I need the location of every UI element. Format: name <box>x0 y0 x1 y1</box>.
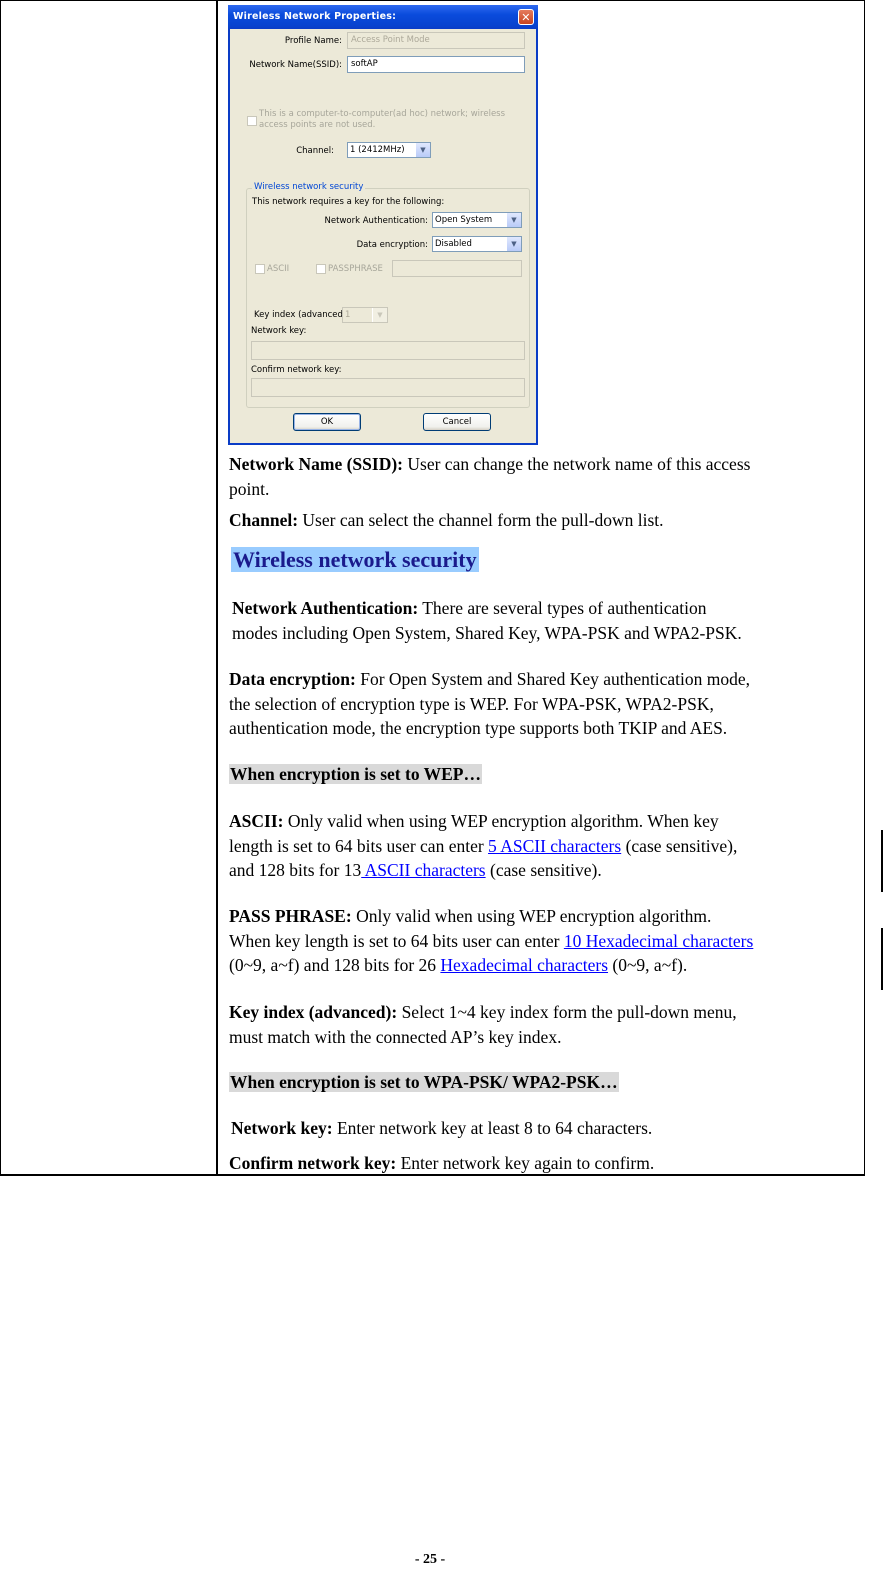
passphrase-text-1: Only valid when using WEP encryption alg… <box>351 906 712 926</box>
margin-change-bar <box>881 830 883 892</box>
adhoc-checkbox[interactable] <box>247 116 257 126</box>
profile-name-field[interactable]: Access Point Mode <box>347 32 525 49</box>
ascii-text-2: length is set to 64 bits user can enter <box>229 835 489 856</box>
security-intro: This network requires a key for the foll… <box>252 197 445 207</box>
table-column-divider <box>216 0 218 1176</box>
cancel-button[interactable]: Cancel <box>423 413 491 431</box>
key-index-label: Key index (advanced): <box>254 310 350 320</box>
confirm-key-label: Confirm network key: <box>251 365 342 375</box>
page-number: - 25 - <box>414 1552 446 1567</box>
network-key-text: Enter network key at least 8 to 64 chara… <box>332 1118 653 1138</box>
ascii-text-3-post: (case sensitive). <box>485 860 602 880</box>
wpa-heading-block: When encryption is set to WPA-PSK/ WPA2-… <box>229 1070 619 1095</box>
encryption-select[interactable]: Disabled ▼ <box>432 236 522 252</box>
passphrase-description: PASS PHRASE: Only valid when using WEP e… <box>229 904 753 978</box>
key-index-description: Key index (advanced): Select 1~4 key ind… <box>229 1000 737 1049</box>
auth-term: Network Authentication: <box>232 598 419 618</box>
ascii-text-1: Only valid when using WEP encryption alg… <box>283 811 719 831</box>
chevron-down-icon: ▼ <box>372 308 387 322</box>
passphrase-input[interactable] <box>392 260 522 277</box>
ascii-checkbox[interactable] <box>255 264 265 274</box>
chevron-down-icon: ▼ <box>506 213 521 227</box>
ssid-text-2: point. <box>229 478 270 499</box>
ssid-label: Network Name(SSID): <box>249 60 342 70</box>
channel-term: Channel: <box>229 510 299 530</box>
hex-10-chars-link[interactable]: 10 Hexadecimal characters <box>564 931 753 951</box>
ascii-13-chars-link[interactable]: ASCII characters <box>361 860 486 880</box>
auth-value: Open System <box>435 215 493 225</box>
adhoc-label-line1: This is a computer-to-computer(ad hoc) n… <box>259 109 506 119</box>
confirm-key-text: Enter network key again to confirm. <box>396 1153 655 1173</box>
wep-heading-block: When encryption is set to WEP… <box>229 762 482 787</box>
encryption-text-1: For Open System and Shared Key authentic… <box>355 669 751 689</box>
key-index-value: 1 <box>345 310 351 320</box>
passphrase-checkbox[interactable] <box>316 264 326 274</box>
passphrase-text-3-post: (0~9, a~f). <box>608 955 688 975</box>
ascii-term: ASCII: <box>229 811 284 831</box>
ssid-description: Network Name (SSID): User can change the… <box>229 452 750 501</box>
wireless-network-properties-dialog: Wireless Network Properties: ✕ Profile N… <box>228 5 538 445</box>
network-key-term: Network key: <box>231 1118 333 1138</box>
encryption-text-2: the selection of encryption type is WEP.… <box>229 693 714 714</box>
security-group-title: Wireless network security <box>252 182 366 192</box>
network-key-description: Network key: Enter network key at least … <box>231 1116 652 1141</box>
profile-name-label: Profile Name: <box>284 36 342 46</box>
ok-button[interactable]: OK <box>293 413 361 431</box>
security-heading-block: Wireless network security <box>231 546 479 574</box>
key-index-select[interactable]: 1 ▼ <box>342 307 388 323</box>
ssid-text-1: User can change the network name of this… <box>403 454 751 474</box>
ssid-input[interactable]: softAP <box>347 56 525 73</box>
key-index-text-2: must match with the connected AP’s key i… <box>229 1026 562 1047</box>
encryption-label: Data encryption: <box>356 240 428 250</box>
network-key-label: Network key: <box>251 326 307 336</box>
adhoc-checkbox-label: This is a computer-to-computer(ad hoc) n… <box>259 109 505 131</box>
dialog-title-bar: Wireless Network Properties: ✕ <box>228 5 538 29</box>
passphrase-text-3: (0~9, a~f) and 128 bits for 26 <box>229 955 441 975</box>
security-heading: Wireless network security <box>231 547 479 572</box>
key-index-text-1: Select 1~4 key index form the pull-down … <box>397 1002 737 1022</box>
auth-select[interactable]: Open System ▼ <box>432 212 522 228</box>
chevron-down-icon: ▼ <box>506 237 521 251</box>
encryption-text-3: authentication mode, the encryption type… <box>229 718 728 738</box>
passphrase-term: PASS PHRASE: <box>229 906 352 926</box>
ascii-label: ASCII <box>267 264 290 274</box>
margin-change-bar <box>881 928 883 990</box>
ascii-5-chars-link[interactable]: 5 ASCII characters <box>488 836 621 856</box>
ssid-term: Network Name (SSID): <box>229 454 404 474</box>
channel-text: User can select the channel form the pul… <box>298 510 664 530</box>
channel-value: 1 (2412MHz) <box>350 145 405 155</box>
key-index-term: Key index (advanced): <box>229 1002 398 1022</box>
confirm-key-input[interactable] <box>251 378 525 397</box>
passphrase-text-2: When key length is set to 64 bits user c… <box>229 930 564 951</box>
auth-description: Network Authentication: There are severa… <box>232 596 742 645</box>
auth-text-2: modes including Open System, Shared Key,… <box>232 622 742 643</box>
dialog-title: Wireless Network Properties: <box>233 11 397 22</box>
ascii-text-3: and 128 bits for 13 <box>229 860 362 880</box>
confirm-key-description: Confirm network key: Enter network key a… <box>229 1151 654 1176</box>
ascii-description: ASCII: Only valid when using WEP encrypt… <box>229 809 737 883</box>
confirm-key-term: Confirm network key: <box>229 1153 397 1173</box>
wep-heading: When encryption is set to WEP… <box>229 764 482 784</box>
close-x-icon[interactable]: ✕ <box>518 9 534 25</box>
channel-label: Channel: <box>296 146 334 156</box>
adhoc-label-line2: access points are not used. <box>259 120 376 130</box>
channel-select[interactable]: 1 (2412MHz) ▼ <box>347 142 431 158</box>
encryption-description: Data encryption: For Open System and Sha… <box>229 667 750 741</box>
hex-26-chars-link[interactable]: Hexadecimal characters <box>440 955 608 975</box>
channel-description: Channel: User can select the channel for… <box>229 508 664 533</box>
auth-label: Network Authentication: <box>324 216 428 226</box>
encryption-term: Data encryption: <box>229 669 356 689</box>
auth-text-1: There are several types of authenticatio… <box>418 598 707 618</box>
passphrase-label: PASSPHRASE <box>328 264 383 274</box>
wpa-heading: When encryption is set to WPA-PSK/ WPA2-… <box>229 1072 619 1092</box>
encryption-value: Disabled <box>435 239 472 249</box>
network-key-input[interactable] <box>251 341 525 360</box>
chevron-down-icon: ▼ <box>415 143 430 157</box>
ascii-text-2-post: (case sensitive), <box>621 835 738 856</box>
